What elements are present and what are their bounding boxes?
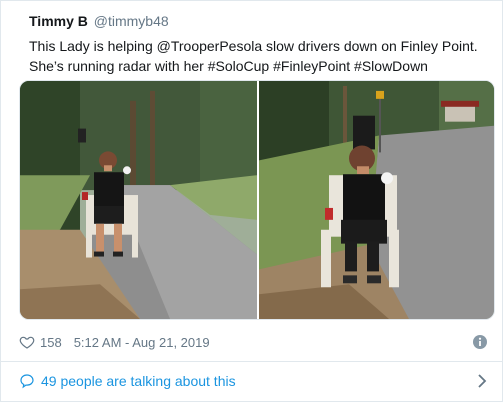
tweet-text-line-2: She’s running radar with her #SoloCup #F… bbox=[29, 58, 428, 74]
info-icon[interactable] bbox=[472, 334, 488, 350]
conversation-label: 49 people are talking about this bbox=[41, 373, 236, 389]
photo-right[interactable] bbox=[259, 81, 494, 319]
heart-icon[interactable] bbox=[19, 334, 35, 350]
tweet-card: Timmy B @timmyb48 This Lady is helping @… bbox=[0, 0, 503, 402]
tweet-text: This Lady is helping @TrooperPesola slow… bbox=[29, 36, 489, 76]
photo-left[interactable] bbox=[20, 81, 257, 319]
speech-bubble-icon bbox=[20, 374, 34, 389]
author-display-name[interactable]: Timmy B bbox=[29, 13, 88, 29]
like-count[interactable]: 158 bbox=[40, 335, 62, 350]
tweet-header: Timmy B @timmyb48 bbox=[29, 12, 169, 30]
tweet-media bbox=[19, 80, 495, 320]
photo-left-image bbox=[20, 81, 257, 319]
chevron-right-icon[interactable] bbox=[476, 373, 488, 389]
tweet-meta: 158 5:12 AM - Aug 21, 2019 bbox=[19, 332, 210, 352]
photo-right-image bbox=[259, 81, 494, 319]
tweet-text-line-1: This Lady is helping @TrooperPesola slow… bbox=[29, 38, 478, 54]
tweet-timestamp[interactable]: 5:12 AM - Aug 21, 2019 bbox=[74, 335, 210, 350]
divider bbox=[1, 361, 503, 362]
conversation-link[interactable]: 49 people are talking about this bbox=[19, 371, 236, 391]
author-handle[interactable]: @timmyb48 bbox=[94, 13, 169, 29]
